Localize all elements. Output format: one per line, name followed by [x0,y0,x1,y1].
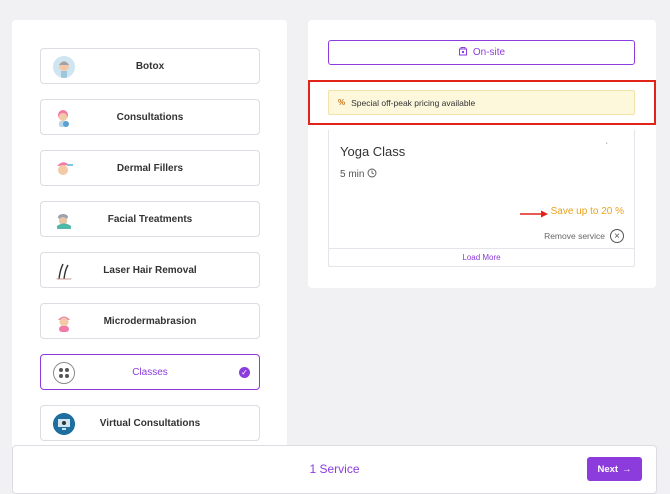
clock-icon [367,168,377,181]
next-label: Next [597,463,619,475]
classes-icon [53,362,75,384]
duration-text: 5 min [340,169,365,180]
category-facial-treatments[interactable]: Facial Treatments [40,201,260,237]
service-card: Yoga Class ˊ 5 min Save up to 20 % Remov… [328,130,635,265]
load-more-button[interactable]: Load More [328,248,635,267]
next-button[interactable]: Next → [587,457,642,481]
service-duration: 5 min [340,168,377,181]
category-botox[interactable]: Botox [40,48,260,84]
building-icon [458,46,468,59]
remove-service-label: Remove service [544,231,605,241]
location-onsite-button[interactable]: On-site [328,40,635,65]
category-microdermabrasion[interactable]: Microdermabrasion [40,303,260,339]
offpeak-text: Special off-peak pricing available [351,97,476,108]
service-mark-icon: ˊ [605,142,608,151]
category-panel: Botox Consultations Dermal Fillers Facia… [12,20,287,450]
monitor-icon [53,413,75,435]
fillers-avatar-icon [53,158,75,180]
footer-bar: 1 Service Next → [12,445,657,494]
remove-service-button[interactable]: Remove service × [544,229,624,243]
facial-avatar-icon [53,209,75,231]
category-laser-hair-removal[interactable]: Laser Hair Removal [40,252,260,288]
red-arrow-icon [519,206,549,224]
micro-avatar-icon [53,311,75,333]
category-consultations[interactable]: Consultations [40,99,260,135]
location-label: On-site [472,47,506,58]
arrow-right-icon: → [622,463,632,475]
category-classes[interactable]: Classes ✓ [40,354,260,390]
hair-icon [53,260,75,282]
selected-service-count: 1 Service [309,462,360,476]
offpeak-banner: % Special off-peak pricing available [328,90,635,115]
face-avatar-icon [53,56,75,78]
checkmark-icon: ✓ [239,367,250,378]
category-dermal-fillers[interactable]: Dermal Fillers [40,150,260,186]
service-name: Yoga Class [340,144,406,159]
percent-icon: % [338,98,346,107]
service-panel: On-site % Special off-peak pricing avail… [308,20,656,288]
category-virtual-consultations[interactable]: Virtual Consultations [40,405,260,441]
save-discount-text: Save up to 20 % [550,206,624,217]
close-icon[interactable]: × [610,229,624,243]
consultation-avatar-icon [53,107,75,129]
